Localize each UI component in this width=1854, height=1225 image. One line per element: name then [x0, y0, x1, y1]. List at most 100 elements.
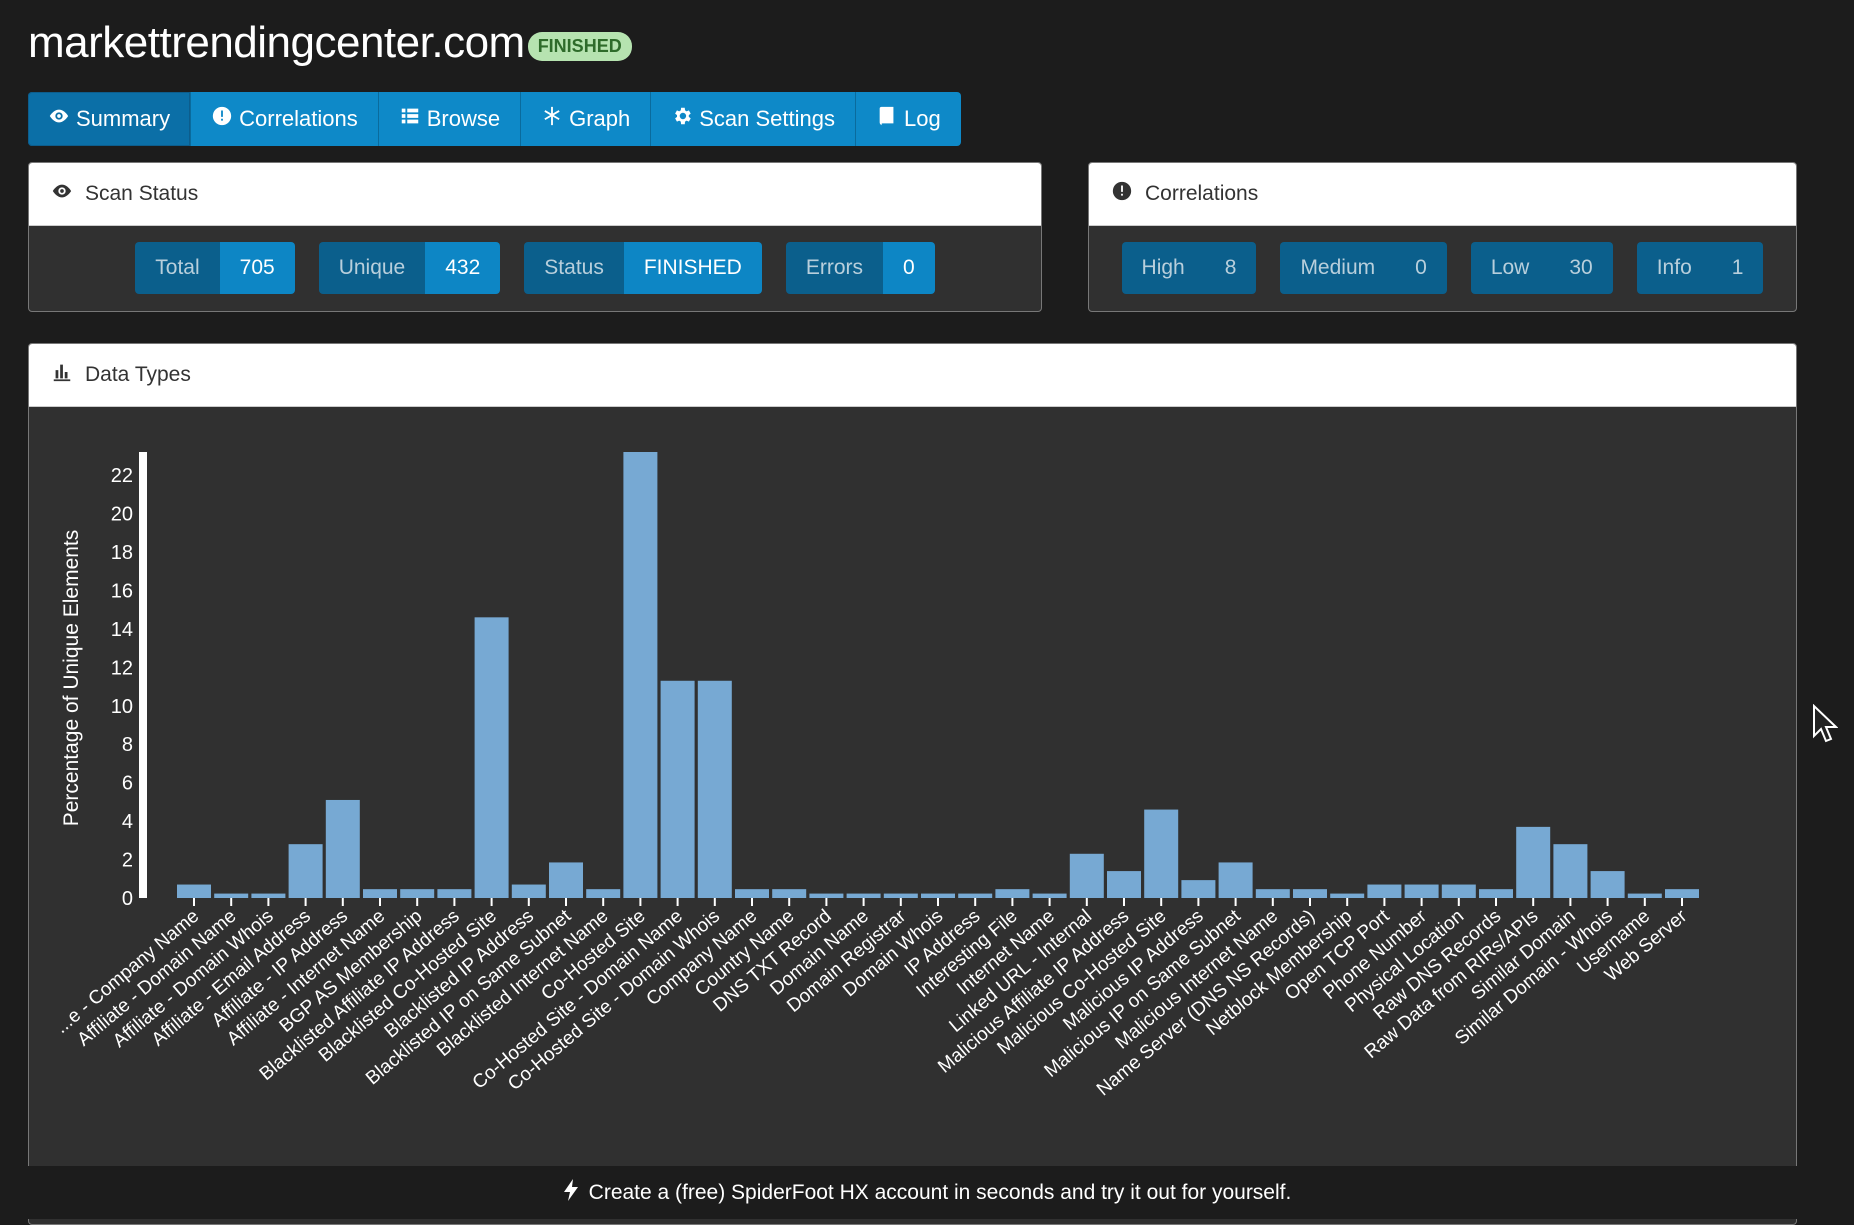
asterisk-icon: [541, 105, 563, 133]
total-badge: Total 705: [135, 242, 295, 294]
bar: [921, 893, 955, 898]
y-tick-label: 8: [122, 734, 133, 756]
status-badge: FINISHED: [527, 31, 632, 61]
tab-label: Log: [904, 106, 941, 131]
badge-label: Status: [524, 242, 624, 294]
badge-value: 432: [425, 242, 501, 294]
badge-label: High: [1121, 242, 1205, 294]
badge-value: 30: [1549, 242, 1613, 294]
tab-correlations[interactable]: Correlations: [191, 92, 379, 146]
bar: [1627, 893, 1662, 898]
badge-label: Errors: [785, 242, 884, 294]
bar: [1144, 809, 1179, 898]
tab-label: Browse: [426, 106, 501, 131]
bar: [1107, 871, 1141, 898]
tab-label: Graph: [569, 106, 631, 131]
panel-header: Data Types: [29, 344, 1796, 407]
tab-scan-settings[interactable]: Scan Settings: [651, 92, 856, 146]
bar: [1665, 889, 1699, 898]
errors-badge: Errors 0: [785, 242, 935, 294]
bar: [1479, 889, 1513, 898]
bar: [1181, 880, 1216, 898]
mouse-cursor-icon: [1813, 704, 1838, 743]
scan-status-badges: Total 705 Unique 432 Status FINISHED Err…: [29, 226, 1041, 294]
tab-browse[interactable]: Browse: [378, 92, 522, 146]
y-tick-label: 12: [111, 657, 133, 679]
page-title: markettrendingcenter.com: [28, 18, 525, 67]
y-axis-line: [139, 452, 147, 898]
panel-header: Scan Status: [29, 163, 1041, 226]
bar: [772, 889, 807, 898]
badge-value: 705: [219, 242, 295, 294]
gear-icon: [671, 105, 693, 133]
exclamation-circle-icon: [211, 105, 233, 133]
badge-label: Low: [1470, 242, 1550, 294]
bar: [883, 893, 918, 898]
footer-banner[interactable]: Create a (free) SpiderFoot HX account in…: [0, 1166, 1854, 1219]
bar: [1218, 862, 1253, 898]
panel-title: Correlations: [1145, 182, 1259, 205]
medium-badge[interactable]: Medium 0: [1280, 242, 1447, 294]
tab-log[interactable]: Log: [856, 92, 961, 146]
y-tick-label: 0: [122, 888, 133, 910]
tab-graph[interactable]: Graph: [521, 92, 652, 146]
bar: [623, 452, 658, 898]
tab-summary[interactable]: Summary: [28, 92, 192, 146]
bar: [511, 884, 546, 898]
y-axis-title: Percentage of Unique Elements: [60, 530, 83, 827]
badge-label: Total: [135, 242, 220, 294]
high-badge[interactable]: High 8: [1121, 242, 1257, 294]
panel-title: Scan Status: [85, 182, 199, 205]
badge-label: Unique: [318, 242, 426, 294]
bar: [995, 889, 1030, 898]
bar: [846, 893, 881, 898]
data-types-chart: 0 2 4 6 8 10 12 14 16 18 20 22 Percentage of Unique …: [51, 452, 1699, 1100]
y-tick-label: 22: [111, 465, 133, 487]
badge-value: 0: [883, 242, 935, 294]
page-header: markettrendingcenter.com FINISHED: [28, 18, 632, 68]
status-badge-pair: Status FINISHED: [524, 242, 762, 294]
correlation-badges: High 8 Medium 0 Low 30 Info 1: [1089, 226, 1796, 294]
bar: [1441, 884, 1476, 898]
bar: [809, 893, 844, 898]
bar: [1516, 826, 1551, 898]
bar: [735, 889, 769, 898]
tab-bar: Summary Correlations Browse Graph Scan S…: [28, 92, 961, 146]
info-badge[interactable]: Info 1: [1636, 242, 1764, 294]
low-badge[interactable]: Low 30: [1470, 242, 1613, 294]
bar: [1367, 884, 1402, 898]
tab-label: Correlations: [239, 106, 358, 131]
bar: [214, 893, 249, 898]
eye-icon: [51, 180, 73, 208]
y-tick-label: 10: [111, 696, 133, 718]
y-tick-label: 16: [111, 580, 133, 602]
badge-value: 1: [1711, 242, 1764, 294]
tab-label: Scan Settings: [699, 106, 835, 131]
badge-label: Info: [1636, 242, 1712, 294]
bar: [958, 893, 993, 898]
footer-text: Create a (free) SpiderFoot HX account in…: [588, 1180, 1292, 1204]
y-tick-label: 20: [111, 504, 133, 526]
y-tick-label: 14: [111, 619, 133, 641]
book-icon: [876, 105, 898, 133]
bar: [1293, 889, 1327, 898]
exclamation-circle-icon: [1111, 180, 1133, 208]
data-types-panel: Data Types 0 2 4 6 8 10 12 14 16 18 20 22 Percentage…: [28, 343, 1797, 1225]
badge-value: 0: [1395, 242, 1447, 294]
bar: [697, 680, 732, 898]
correlations-panel: Correlations High 8 Medium 0 Low 30 Info…: [1088, 162, 1797, 312]
bar: [251, 893, 286, 898]
scan-status-panel: Scan Status Total 705 Unique 432 Status …: [28, 162, 1042, 312]
bar: [1069, 853, 1104, 898]
bar: [660, 680, 695, 898]
bolt-icon: [563, 1178, 579, 1207]
bar: [437, 889, 472, 898]
bar: [363, 889, 397, 898]
bar: [288, 844, 323, 898]
y-tick-label: 6: [122, 773, 133, 795]
y-tick-label: 4: [122, 811, 133, 833]
bar: [177, 884, 211, 898]
bar: [1404, 884, 1439, 898]
badge-value: 8: [1204, 242, 1257, 294]
y-tick-label: 2: [122, 850, 133, 872]
